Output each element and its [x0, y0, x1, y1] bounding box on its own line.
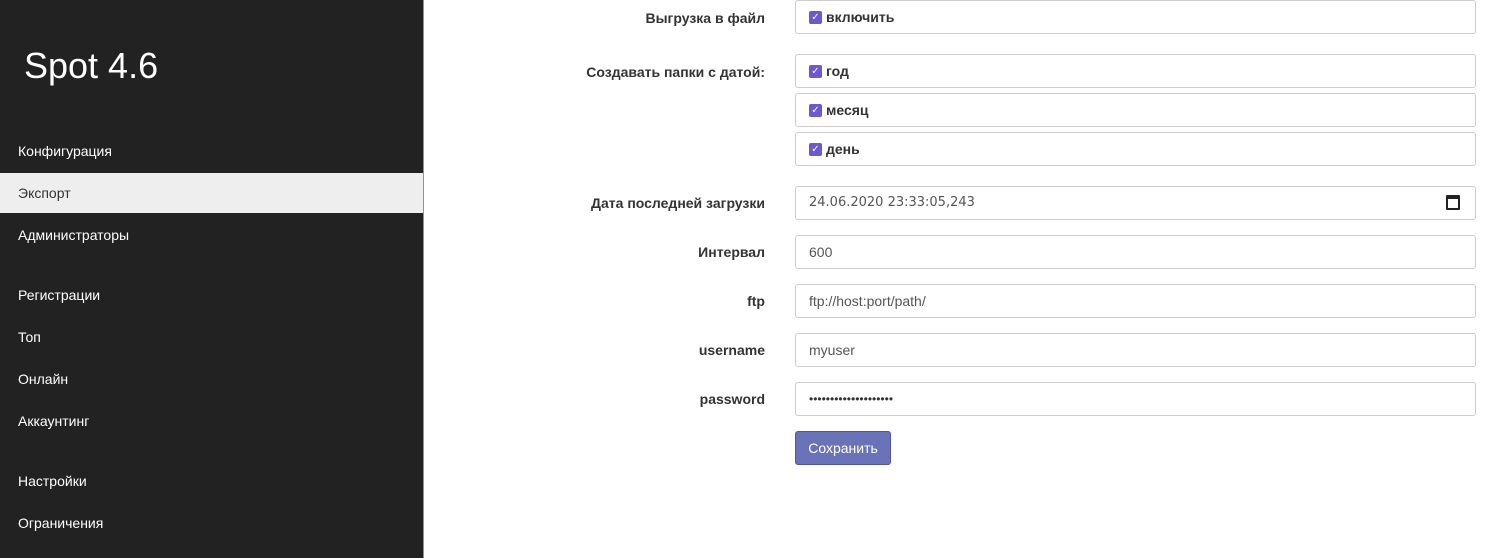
- year-checkbox-field[interactable]: ✓ год: [795, 54, 1476, 88]
- password-input[interactable]: ••••••••••••••••••••: [795, 382, 1476, 416]
- ftp-input[interactable]: ftp://host:port/path/: [795, 284, 1476, 318]
- day-checkbox-label: день: [826, 141, 860, 157]
- check-icon[interactable]: ✓: [809, 142, 822, 156]
- sidebar-item-accounting[interactable]: Аккаунтинг: [0, 401, 423, 441]
- username-input[interactable]: myuser: [795, 333, 1476, 367]
- sidebar-item-registrations[interactable]: Регистрации: [0, 275, 423, 315]
- sidebar-item-restrictions[interactable]: Ограничения: [0, 503, 423, 543]
- last-load-date-value: 24.06.2020 23:33:05,243: [809, 195, 975, 210]
- sidebar-item-online[interactable]: Онлайн: [0, 359, 423, 399]
- brand-title: Spot 4.6: [24, 45, 159, 86]
- check-icon[interactable]: ✓: [809, 103, 822, 117]
- last-load-date-input[interactable]: 24.06.2020 23:33:05,243: [795, 186, 1476, 220]
- username-value: myuser: [809, 342, 855, 358]
- sidebar-item-export[interactable]: Экспорт: [0, 173, 423, 213]
- sidebar-item-configuration[interactable]: Конфигурация: [0, 131, 423, 171]
- interval-value: 600: [809, 244, 833, 260]
- date-folders-label: Создавать папки с датой:: [586, 64, 765, 80]
- month-checkbox-field[interactable]: ✓ месяц: [795, 93, 1476, 127]
- calendar-icon[interactable]: [1446, 195, 1460, 210]
- sidebar: Spot 4.6 Конфигурация Экспорт Администра…: [0, 0, 424, 558]
- sidebar-item-top[interactable]: Топ: [0, 317, 423, 357]
- interval-input[interactable]: 600: [795, 235, 1476, 269]
- save-button[interactable]: Сохранить: [795, 431, 891, 465]
- last-load-label: Дата последней загрузки: [591, 195, 765, 211]
- export-file-checkbox-field[interactable]: ✓ включить: [795, 0, 1476, 34]
- password-value: ••••••••••••••••••••: [809, 392, 894, 406]
- username-label: username: [698, 342, 765, 358]
- sidebar-item-administrators[interactable]: Администраторы: [0, 215, 423, 255]
- interval-label: Интервал: [698, 244, 765, 260]
- export-form: Выгрузка в файл ✓ включить Создавать пап…: [425, 0, 1495, 558]
- check-icon[interactable]: ✓: [809, 10, 822, 24]
- check-icon[interactable]: ✓: [809, 64, 822, 78]
- month-checkbox-label: месяц: [826, 102, 869, 118]
- sidebar-item-settings[interactable]: Настройки: [0, 461, 423, 501]
- day-checkbox-field[interactable]: ✓ день: [795, 132, 1476, 166]
- year-checkbox-label: год: [826, 63, 849, 79]
- export-file-label: Выгрузка в файл: [645, 10, 765, 26]
- ftp-placeholder: ftp://host:port/path/: [809, 293, 926, 309]
- export-file-checkbox-label: включить: [826, 9, 895, 25]
- ftp-label: ftp: [747, 293, 765, 309]
- password-label: password: [699, 391, 765, 407]
